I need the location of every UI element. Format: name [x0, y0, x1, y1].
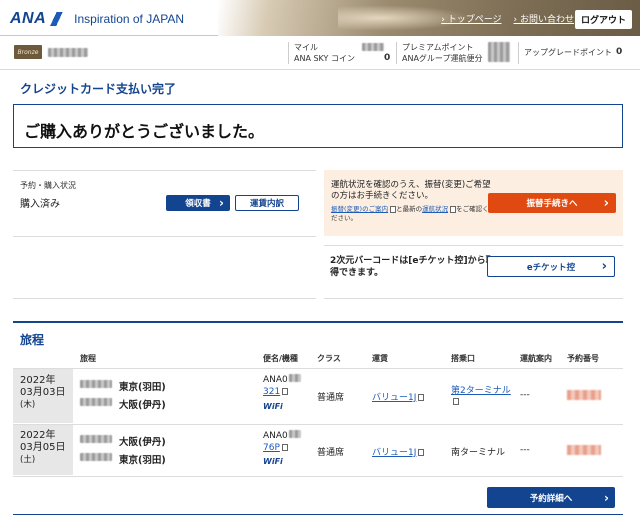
aircraft-link[interactable]: 321	[263, 387, 289, 397]
logout-button[interactable]: ログアウト	[574, 10, 632, 29]
header-route: 旅程	[80, 354, 96, 363]
arrival-airport: 大阪(伊丹)	[119, 400, 166, 411]
ana-logo[interactable]: ANA Inspiration of JAPAN	[10, 10, 184, 28]
notice-small-text: 振替(変更)のご案内 と最新の運航状況 をご確認ください。	[331, 205, 491, 223]
flight-change-notice: 運航状況を確認のうえ、振替(変更)ご希望の方はお手続きください。 振替(変更)の…	[324, 170, 623, 236]
premium-points-redacted	[488, 42, 510, 62]
bottom-rule	[13, 514, 623, 515]
arrival-time-redacted	[80, 398, 112, 406]
divider	[13, 170, 316, 171]
upgrade-points-block: アップグレードポイント 0	[524, 47, 636, 58]
divider	[288, 42, 289, 64]
member-name-redacted	[48, 48, 88, 57]
document-icon	[418, 394, 425, 401]
notice-small-mid: と最新の	[396, 205, 423, 213]
divider	[13, 236, 316, 237]
reservation-details-button[interactable]: 予約詳細へ	[487, 487, 615, 508]
departure-time-redacted	[80, 380, 112, 388]
flight-status-link[interactable]: 運航状況	[422, 205, 448, 213]
header-fare: 運賃	[372, 354, 388, 363]
thanks-message: ご購入ありがとうございました。	[24, 122, 265, 141]
site-header: ANA Inspiration of JAPAN トップページ お問い合わせ ロ…	[0, 0, 640, 36]
fare-breakdown-button[interactable]: 運賃内訳	[235, 195, 299, 211]
wifi-icon: WiFi	[263, 402, 283, 411]
document-icon	[453, 398, 459, 405]
date-weekday: (木)	[20, 400, 36, 410]
miles-block: マイル ANA SKY コイン 0	[294, 42, 394, 64]
skycoin-label: ANA SKY コイン	[294, 54, 355, 63]
departure-airport: 東京(羽田)	[119, 382, 166, 393]
premium-points-block: プレミアムポイント ANAグループ運航便分	[402, 42, 514, 64]
header-operation-info: 運航案内	[520, 354, 552, 363]
divider	[324, 298, 623, 299]
flight-date: 2022年 03月05日 (土)	[20, 430, 65, 466]
flight-date: 2022年 03月03日 (木)	[20, 375, 65, 411]
seat-class: 普通席	[317, 393, 345, 403]
gate: 南ターミナル	[451, 448, 506, 458]
fare-type-link[interactable]: バリュー1J	[372, 445, 425, 458]
gate-link[interactable]: 第2ターミナル	[451, 383, 511, 396]
skycoin-value: 0	[384, 53, 391, 63]
departure-time-redacted	[80, 435, 112, 443]
thanks-box: ご購入ありがとうございました。	[13, 104, 623, 148]
section-rule	[13, 321, 623, 323]
notice-text: 運航状況を確認のうえ、振替(変更)ご希望の方はお手続きください。	[331, 180, 491, 201]
header-links: トップページ お問い合わせ	[441, 12, 574, 25]
header-gate: 搭乗口	[451, 354, 475, 363]
top-page-link[interactable]: トップページ	[441, 12, 502, 25]
eticket-button[interactable]: eチケット控	[487, 256, 615, 277]
flight-number: ANA0	[263, 430, 301, 441]
reservation-number-redacted	[567, 390, 601, 400]
miles-value-redacted	[362, 43, 384, 51]
upgrade-points-label: アップグレードポイント	[524, 48, 612, 57]
member-status-bar: Bronze マイル ANA SKY コイン 0 プレミアムポイント ANAグル…	[0, 36, 640, 70]
divider	[324, 245, 623, 246]
arrival-time-redacted	[80, 453, 112, 461]
date-month-day: 03月03日	[20, 387, 66, 398]
reservation-number-redacted	[567, 445, 601, 455]
operation-status: ---	[520, 390, 530, 400]
document-icon	[418, 449, 425, 456]
upgrade-points-value: 0	[616, 47, 623, 57]
wifi-icon: WiFi	[263, 457, 283, 466]
gate-document	[451, 397, 459, 407]
arrival-airport: 東京(羽田)	[119, 455, 166, 466]
member-status-badge: Bronze	[14, 45, 42, 59]
date-month-day: 03月05日	[20, 442, 66, 453]
divider	[396, 42, 397, 64]
header-reservation-number: 予約番号	[567, 354, 599, 363]
logo-mark-icon	[48, 12, 67, 26]
logo-text: ANA	[10, 10, 47, 27]
header-class: クラス	[317, 354, 341, 363]
fare-type-link[interactable]: バリュー1J	[372, 390, 425, 403]
document-icon	[282, 388, 289, 395]
divider	[518, 42, 519, 64]
logo-tagline: Inspiration of JAPAN	[74, 12, 184, 26]
reservation-status-value: 購入済み	[20, 199, 60, 210]
contact-link[interactable]: お問い合わせ	[514, 12, 574, 25]
page-title: クレジットカード支払い完了	[20, 82, 177, 96]
reservation-status-label: 予約・購入状況	[20, 181, 76, 190]
date-year: 2022年	[20, 375, 56, 386]
date-weekday: (土)	[20, 455, 36, 465]
departure-airport: 大阪(伊丹)	[119, 437, 166, 448]
divider	[13, 298, 316, 299]
header-flight: 便名/機種	[263, 354, 298, 363]
change-guide-link[interactable]: 振替(変更)のご案内	[331, 205, 388, 213]
date-year: 2022年	[20, 430, 56, 441]
operation-status: ---	[520, 445, 530, 455]
receipt-button[interactable]: 領収書	[166, 195, 230, 211]
itinerary-title: 旅程	[20, 333, 45, 347]
seat-class: 普通席	[317, 448, 345, 458]
change-procedure-button[interactable]: 振替手続きへ	[488, 193, 616, 213]
flight-number: ANA0	[263, 374, 301, 385]
aircraft-link[interactable]: 76P	[263, 443, 288, 453]
eticket-text: 2次元バーコードは[eチケット控]から取得できます。	[330, 256, 495, 278]
document-icon	[281, 444, 288, 451]
divider	[13, 476, 623, 477]
